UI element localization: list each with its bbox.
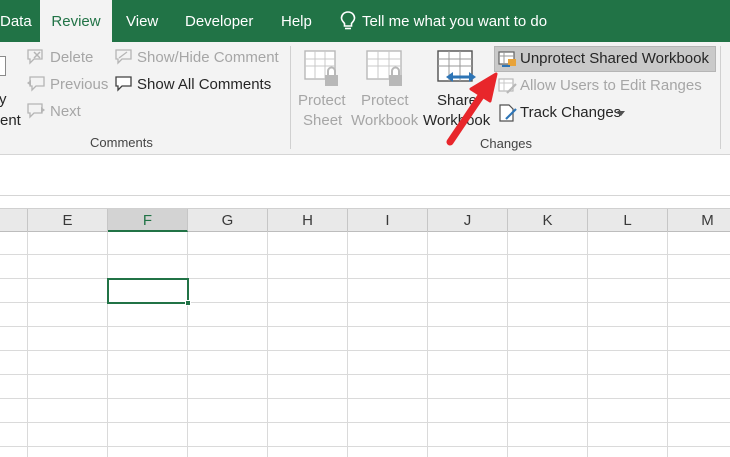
share-workbook-label-1[interactable]: Share <box>437 92 477 109</box>
delete-comment-icon <box>27 49 43 65</box>
protect-sheet-label-1[interactable]: Protect <box>298 92 346 109</box>
tab-data[interactable]: Data <box>0 0 32 42</box>
tab-review[interactable]: Review <box>40 0 112 42</box>
grid-line <box>507 232 508 457</box>
protect-workbook-label-2[interactable]: Workbook <box>351 112 418 129</box>
tab-view[interactable]: View <box>126 0 158 42</box>
lightbulb-icon <box>340 11 356 30</box>
column-header-i[interactable]: I <box>348 209 428 232</box>
grid-line <box>267 232 268 457</box>
share-workbook-label-2[interactable]: Workbook <box>423 112 490 129</box>
grid-line <box>0 422 730 423</box>
grid-line <box>587 232 588 457</box>
column-header-m[interactable]: M <box>668 209 730 232</box>
protect-workbook-icon <box>366 50 402 86</box>
protect-sheet-label-2[interactable]: Sheet <box>303 112 342 129</box>
formula-bar-area[interactable] <box>0 156 730 196</box>
column-header-f[interactable]: F <box>108 209 188 232</box>
track-changes-icon <box>499 104 517 122</box>
unprotect-shared-workbook-icon <box>498 51 516 67</box>
grid-line <box>107 232 108 457</box>
worksheet-grid[interactable] <box>0 232 730 457</box>
grid-line <box>347 232 348 457</box>
protect-workbook-label-1[interactable]: Protect <box>361 92 409 109</box>
grid-line <box>0 350 730 351</box>
column-header-row: E F G H I J K L M <box>0 208 730 232</box>
show-hide-comment-icon <box>115 49 132 65</box>
partial-label-1: y <box>0 91 7 108</box>
ribbon-panel: y ent Delete Previous Next Show/Hide Com… <box>0 42 730 155</box>
allow-users-edit-ranges-button[interactable]: Allow Users to Edit Ranges <box>520 77 702 94</box>
grid-line <box>187 232 188 457</box>
grid-line <box>0 326 730 327</box>
tab-help[interactable]: Help <box>281 0 312 42</box>
next-button[interactable]: Next <box>50 103 81 120</box>
previous-button[interactable]: Previous <box>50 76 108 93</box>
column-header-g[interactable]: G <box>188 209 268 232</box>
column-header-j[interactable]: J <box>428 209 508 232</box>
column-header-h[interactable]: H <box>268 209 348 232</box>
column-header-l[interactable]: L <box>588 209 668 232</box>
grid-line <box>0 374 730 375</box>
group-separator <box>720 46 721 149</box>
column-header-k[interactable]: K <box>508 209 588 232</box>
delete-button[interactable]: Delete <box>50 49 93 66</box>
previous-comment-icon <box>27 76 45 92</box>
track-changes-button[interactable]: Track Changes <box>520 104 621 121</box>
next-comment-icon <box>27 103 45 119</box>
show-hide-comment-button[interactable]: Show/Hide Comment <box>137 49 279 66</box>
changes-group-label: Changes <box>480 136 533 151</box>
fill-handle[interactable] <box>185 300 191 306</box>
grid-line <box>667 232 668 457</box>
show-all-comments-button[interactable]: Show All Comments <box>137 76 271 93</box>
grid-line <box>427 232 428 457</box>
ribbon-tab-bar: Data Review View Developer Help Tell me … <box>0 0 730 42</box>
tab-developer[interactable]: Developer <box>185 0 253 42</box>
selected-cell[interactable] <box>107 278 189 304</box>
share-workbook-icon <box>437 50 476 82</box>
partial-label-2: ent <box>0 112 21 129</box>
comments-group-label: Comments <box>90 135 153 150</box>
grid-line <box>27 232 28 457</box>
protect-sheet-icon <box>304 50 338 86</box>
grid-line <box>0 254 730 255</box>
column-header-partial[interactable] <box>0 209 28 232</box>
chevron-down-icon[interactable] <box>617 111 625 117</box>
grid-line <box>0 446 730 447</box>
unprotect-shared-workbook-label: Unprotect Shared Workbook <box>520 50 709 67</box>
allow-users-edit-ranges-icon <box>498 78 517 94</box>
new-comment-icon[interactable] <box>0 56 6 76</box>
column-header-e[interactable]: E <box>28 209 108 232</box>
grid-line <box>0 398 730 399</box>
show-all-comments-icon <box>115 76 132 92</box>
tell-me-text: Tell me what you want to do <box>362 13 548 30</box>
group-separator <box>290 46 291 149</box>
